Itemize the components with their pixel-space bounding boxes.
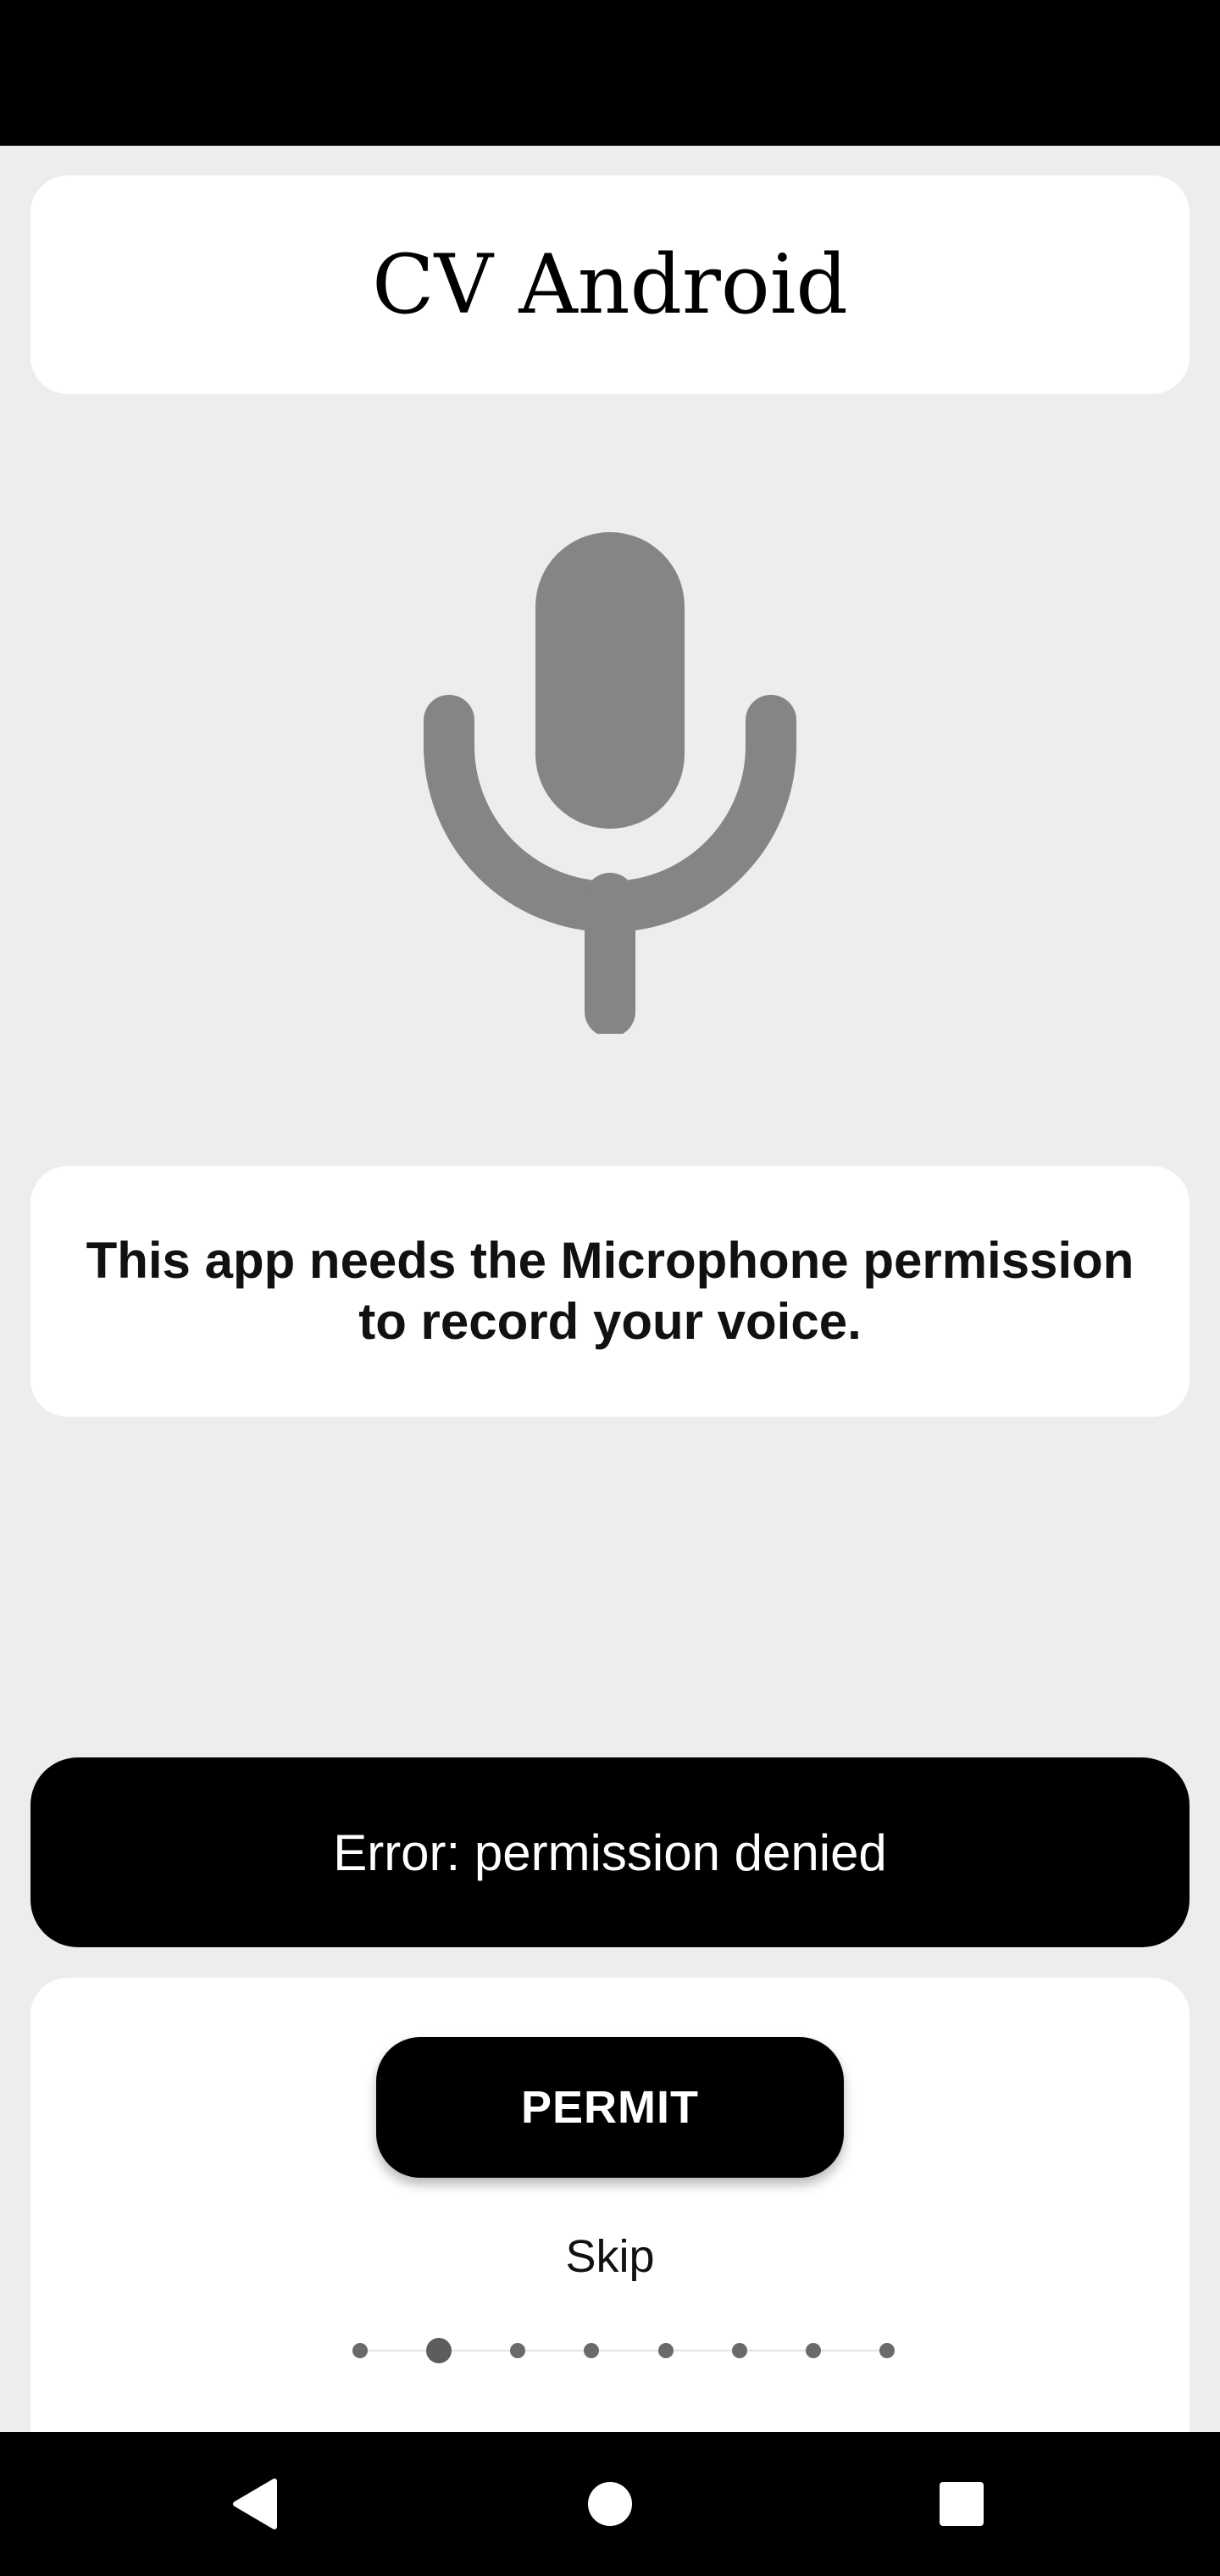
page-dot[interactable] [879,2343,895,2358]
permit-button[interactable]: PERMIT [376,2037,844,2178]
page-dot[interactable] [584,2343,600,2358]
error-banner: Error: permission denied [30,1757,1190,1947]
page-dot[interactable] [657,2343,674,2358]
back-triangle-icon [233,2479,277,2529]
back-button[interactable] [212,2462,297,2546]
page-dot[interactable] [352,2343,368,2358]
microphone-icon [424,525,796,1037]
skip-button[interactable]: Skip [483,2218,737,2295]
home-button[interactable] [568,2462,652,2546]
error-text: Error: permission denied [333,1824,887,1881]
status-bar [0,0,1220,146]
navigation-bar [0,2432,1220,2576]
permission-message-card: This app needs the Microphone permission… [30,1166,1190,1417]
page-dot[interactable] [805,2343,821,2358]
page-indicator [352,2334,895,2368]
permission-message: This app needs the Microphone permission… [86,1232,1134,1350]
home-circle-icon [588,2482,632,2526]
page-dot[interactable] [510,2343,526,2358]
app-title: CV Android [372,237,848,332]
recents-button[interactable] [919,2462,1004,2546]
recents-square-icon [940,2482,984,2526]
title-card: CV Android [30,175,1190,394]
page-dot[interactable] [731,2343,747,2358]
page-dot-active[interactable] [426,2338,452,2363]
